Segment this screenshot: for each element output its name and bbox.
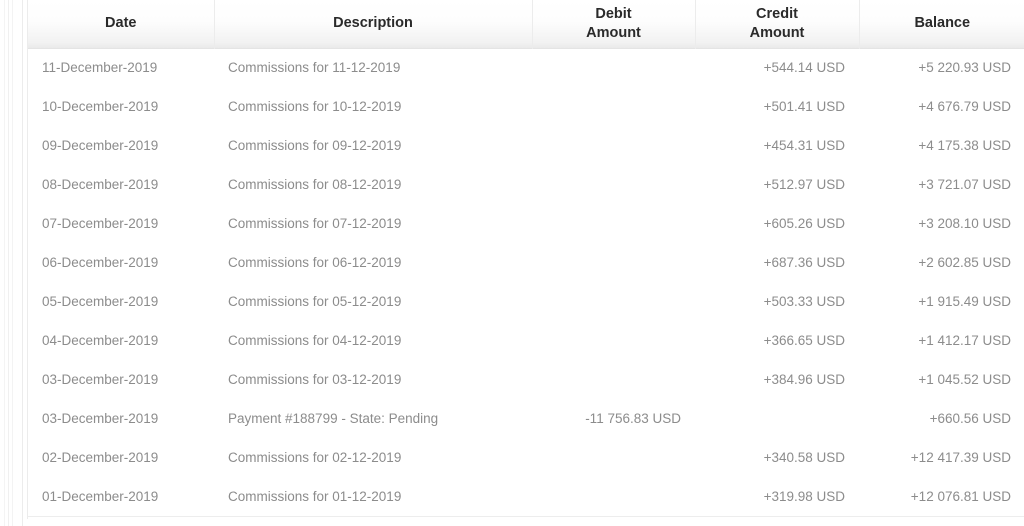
cell-credit: +605.26 USD — [695, 204, 859, 243]
cell-debit — [532, 282, 695, 321]
cell-balance: +12 076.81 USD — [859, 477, 1024, 517]
table-row[interactable]: 07-December-2019 Commissions for 07-12-20… — [28, 204, 1024, 243]
cell-balance: +1 045.52 USD — [859, 360, 1024, 399]
cell-debit — [532, 438, 695, 477]
cell-date: 02-December-2019 — [28, 438, 214, 477]
cell-desc: Commissions for 07-12-2019 — [214, 204, 532, 243]
gutter-line — [22, 0, 23, 526]
cell-desc: Commissions for 02-12-2019 — [214, 438, 532, 477]
cell-debit — [532, 126, 695, 165]
cell-credit: +340.58 USD — [695, 438, 859, 477]
cell-debit — [532, 243, 695, 282]
column-header-balance[interactable]: Balance — [859, 0, 1024, 48]
cell-date: 07-December-2019 — [28, 204, 214, 243]
cell-balance: +4 175.38 USD — [859, 126, 1024, 165]
cell-credit: +512.97 USD — [695, 165, 859, 204]
cell-credit: +319.98 USD — [695, 477, 859, 517]
table-row[interactable]: 04-December-2019 Commissions for 04-12-20… — [28, 321, 1024, 360]
column-header-debit-amount[interactable]: Debit Amount — [532, 0, 696, 48]
table-row[interactable]: 05-December-2019 Commissions for 05-12-20… — [28, 282, 1024, 321]
gutter-line — [8, 0, 9, 526]
cell-desc: Commissions for 03-12-2019 — [214, 360, 532, 399]
account-statement-table: Date Description Debit Amount Credit Amo… — [28, 0, 1024, 517]
cell-desc: Commissions for 09-12-2019 — [214, 126, 532, 165]
cell-credit — [695, 399, 859, 438]
cell-balance: +1 915.49 USD — [859, 282, 1024, 321]
table-row[interactable]: 03-December-2019 Payment #188799 - State:… — [28, 399, 1024, 438]
column-header-description[interactable]: Description — [214, 0, 533, 48]
cell-balance: +3 208.10 USD — [859, 204, 1024, 243]
cell-desc: Commissions for 08-12-2019 — [214, 165, 532, 204]
cell-debit — [532, 87, 695, 126]
cell-credit: +544.14 USD — [695, 48, 859, 87]
cell-credit: +687.36 USD — [695, 243, 859, 282]
cell-balance: +1 412.17 USD — [859, 321, 1024, 360]
cell-date: 03-December-2019 — [28, 360, 214, 399]
cell-balance: +2 602.85 USD — [859, 243, 1024, 282]
cell-desc: Payment #188799 - State: Pending — [214, 399, 532, 438]
table-row[interactable]: 08-December-2019 Commissions for 08-12-20… — [28, 165, 1024, 204]
page-left-gutter — [0, 0, 30, 526]
column-header-date[interactable]: Date — [28, 0, 215, 48]
ledger-panel: Date Description Debit Amount Credit Amo… — [27, 0, 1024, 519]
cell-desc: Commissions for 11-12-2019 — [214, 48, 532, 87]
cell-debit — [532, 477, 695, 517]
cell-desc: Commissions for 10-12-2019 — [214, 87, 532, 126]
cell-debit — [532, 204, 695, 243]
table-row[interactable]: 10-December-2019 Commissions for 10-12-20… — [28, 87, 1024, 126]
cell-date: 05-December-2019 — [28, 282, 214, 321]
cell-balance: +12 417.39 USD — [859, 438, 1024, 477]
cell-desc: Commissions for 04-12-2019 — [214, 321, 532, 360]
table-row[interactable]: 02-December-2019 Commissions for 02-12-20… — [28, 438, 1024, 477]
cell-date: 09-December-2019 — [28, 126, 214, 165]
cell-date: 10-December-2019 — [28, 87, 214, 126]
statement-page: Date Description Debit Amount Credit Amo… — [0, 0, 1024, 526]
gutter-line — [4, 0, 5, 526]
cell-credit: +454.31 USD — [695, 126, 859, 165]
cell-desc: Commissions for 06-12-2019 — [214, 243, 532, 282]
cell-debit — [532, 321, 695, 360]
cell-balance: +5 220.93 USD — [859, 48, 1024, 87]
column-header-credit-amount[interactable]: Credit Amount — [695, 0, 860, 48]
table-row[interactable]: 01-December-2019 Commissions for 01-12-20… — [28, 477, 1024, 517]
cell-date: 11-December-2019 — [28, 48, 214, 87]
cell-credit: +366.65 USD — [695, 321, 859, 360]
table-row[interactable]: 06-December-2019 Commissions for 06-12-20… — [28, 243, 1024, 282]
table-header-row: Date Description Debit Amount Credit Amo… — [28, 0, 1024, 48]
panel-bottom-edge — [27, 519, 1024, 526]
cell-date: 03-December-2019 — [28, 399, 214, 438]
gutter-line — [12, 0, 13, 526]
cell-credit: +503.33 USD — [695, 282, 859, 321]
cell-date: 01-December-2019 — [28, 477, 214, 517]
table-row[interactable]: 11-December-2019 Commissions for 11-12-20… — [28, 48, 1024, 87]
cell-balance: +3 721.07 USD — [859, 165, 1024, 204]
table-body: 11-December-2019 Commissions for 11-12-20… — [28, 48, 1024, 517]
cell-debit: -11 756.83 USD — [532, 399, 695, 438]
cell-credit: +384.96 USD — [695, 360, 859, 399]
table-header: Date Description Debit Amount Credit Amo… — [28, 0, 1024, 48]
table-row[interactable]: 09-December-2019 Commissions for 09-12-20… — [28, 126, 1024, 165]
cell-date: 06-December-2019 — [28, 243, 214, 282]
cell-date: 08-December-2019 — [28, 165, 214, 204]
table-row[interactable]: 03-December-2019 Commissions for 03-12-20… — [28, 360, 1024, 399]
cell-balance: +660.56 USD — [859, 399, 1024, 438]
cell-desc: Commissions for 01-12-2019 — [214, 477, 532, 517]
cell-credit: +501.41 USD — [695, 87, 859, 126]
cell-debit — [532, 165, 695, 204]
cell-debit — [532, 360, 695, 399]
cell-balance: +4 676.79 USD — [859, 87, 1024, 126]
cell-debit — [532, 48, 695, 87]
cell-date: 04-December-2019 — [28, 321, 214, 360]
cell-desc: Commissions for 05-12-2019 — [214, 282, 532, 321]
